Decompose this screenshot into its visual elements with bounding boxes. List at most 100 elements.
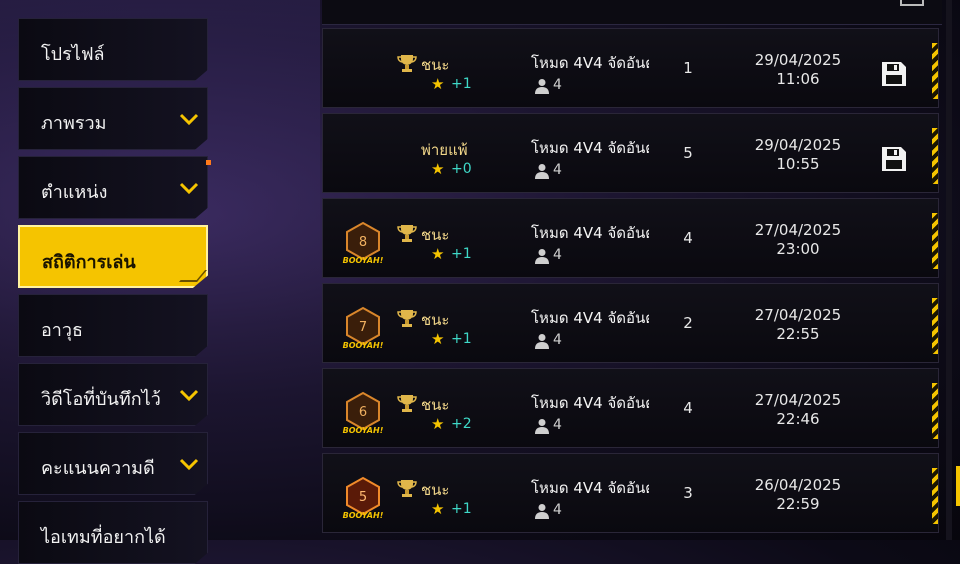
sidebar-item-overview[interactable]: ภาพรวม bbox=[18, 87, 208, 150]
match-date: 29/04/2025 bbox=[754, 136, 842, 154]
sidebar-item-label: ตำแหน่ง bbox=[41, 182, 108, 203]
person-icon bbox=[535, 419, 549, 434]
row-accent-stripe bbox=[932, 468, 938, 524]
table-row[interactable]: 5 BOOYAH! ชนะ ★ +1 โหมด 4V4 จัดอันดับ 4 … bbox=[322, 453, 939, 533]
booyah-badge-icon: 8 BOOYAH! bbox=[343, 221, 384, 265]
star-icon: ★ bbox=[431, 415, 445, 433]
match-result: ชนะ ★ +1 bbox=[395, 304, 475, 354]
badge-level: 7 bbox=[359, 320, 367, 335]
table-row[interactable]: 6 BOOYAH! ชนะ ★ +2 โหมด 4V4 จัดอันดับ 4 … bbox=[322, 368, 939, 448]
result-text: ชนะ bbox=[421, 481, 450, 499]
sidebar-item-label: โปรไฟล์ bbox=[41, 44, 105, 65]
match-time: 22:55 bbox=[776, 325, 820, 343]
trophy-icon bbox=[397, 55, 417, 72]
star-points: +1 bbox=[451, 76, 472, 92]
match-time: 22:59 bbox=[776, 495, 820, 513]
sidebar-item-match-stats[interactable]: สถิติการเล่น bbox=[18, 225, 208, 288]
player-count-value: 4 bbox=[553, 162, 562, 178]
sidebar-item-weapons[interactable]: อาวุธ bbox=[18, 294, 208, 357]
scrollbar-thumb[interactable] bbox=[956, 466, 960, 506]
badge-level: 5 bbox=[359, 490, 367, 505]
badge-text: BOOYAH! bbox=[343, 426, 384, 435]
save-replay-icon[interactable] bbox=[881, 61, 907, 87]
row-accent-stripe bbox=[932, 43, 938, 99]
person-icon bbox=[535, 79, 549, 94]
match-time: 23:00 bbox=[776, 240, 820, 258]
sidebar-item-wishlist[interactable]: ไอเทมที่อยากได้ bbox=[18, 501, 208, 564]
chevron-down-icon bbox=[179, 458, 199, 471]
sidebar-item-profile[interactable]: โปรไฟล์ bbox=[18, 18, 208, 81]
sidebar-item-label: ไอเทมที่อยากได้ bbox=[41, 527, 166, 548]
sidebar-item-rank[interactable]: ตำแหน่ง bbox=[18, 156, 208, 219]
chevron-down-icon bbox=[179, 113, 199, 126]
player-count-value: 4 bbox=[553, 332, 562, 348]
star-icon: ★ bbox=[431, 75, 445, 93]
match-datetime: 27/04/2025 22:46 bbox=[733, 391, 863, 429]
match-history-table: ชนะ ★ +1 โหมด 4V4 จัดอันดับ 4 1 29/04/20… bbox=[322, 0, 942, 540]
match-time: 22:46 bbox=[776, 410, 820, 428]
table-row[interactable]: พ่ายแพ้ ★ +0 โหมด 4V4 จัดอันดับ 4 5 29/0… bbox=[322, 113, 939, 193]
game-mode: โหมด 4V4 จัดอันดับ bbox=[531, 224, 649, 242]
sidebar-item-honor-score[interactable]: คะแนนความดี bbox=[18, 432, 208, 495]
game-mode: โหมด 4V4 จัดอันดับ bbox=[531, 54, 649, 72]
match-result: ชนะ ★ +1 bbox=[395, 219, 475, 269]
match-result: พ่ายแพ้ ★ +0 bbox=[395, 134, 475, 184]
table-row[interactable]: 7 BOOYAH! ชนะ ★ +1 โหมด 4V4 จัดอันดับ 4 … bbox=[322, 283, 939, 363]
save-replay-icon[interactable] bbox=[881, 146, 907, 172]
person-icon bbox=[535, 249, 549, 264]
match-date: 27/04/2025 bbox=[754, 391, 842, 409]
trophy-icon bbox=[397, 310, 417, 327]
badge-text: BOOYAH! bbox=[343, 511, 384, 520]
placement: 2 bbox=[683, 314, 693, 332]
player-count-value: 4 bbox=[553, 417, 562, 433]
sidebar-item-saved-videos[interactable]: วิดีโอที่บันทึกไว้ bbox=[18, 363, 208, 426]
trophy-icon bbox=[397, 395, 417, 412]
player-count-value: 4 bbox=[553, 502, 562, 518]
star-icon: ★ bbox=[431, 160, 445, 178]
star-icon: ★ bbox=[431, 245, 445, 263]
player-count-value: 4 bbox=[553, 77, 562, 93]
person-icon bbox=[535, 164, 549, 179]
match-date: 27/04/2025 bbox=[754, 221, 842, 239]
result-text: ชนะ bbox=[421, 396, 450, 414]
table-row[interactable]: 8 BOOYAH! ชนะ ★ +1 โหมด 4V4 จัดอันดับ 4 … bbox=[322, 198, 939, 278]
badge-text: BOOYAH! bbox=[343, 341, 384, 350]
match-date: 26/04/2025 bbox=[754, 476, 842, 494]
match-result: ชนะ ★ +2 bbox=[395, 389, 475, 439]
match-time: 11:06 bbox=[776, 70, 820, 88]
match-datetime: 29/04/2025 11:06 bbox=[733, 51, 863, 89]
match-datetime: 26/04/2025 22:59 bbox=[733, 476, 863, 514]
star-points: +0 bbox=[451, 161, 472, 177]
row-accent-stripe bbox=[932, 383, 938, 439]
sidebar-item-label: วิดีโอที่บันทึกไว้ bbox=[41, 389, 161, 410]
star-points: +1 bbox=[451, 501, 472, 517]
table-row[interactable]: ชนะ ★ +1 โหมด 4V4 จัดอันดับ 4 1 29/04/20… bbox=[322, 28, 939, 108]
table-header-strip bbox=[322, 0, 942, 25]
chevron-down-icon bbox=[179, 182, 199, 195]
person-icon bbox=[535, 504, 549, 519]
game-mode: โหมด 4V4 จัดอันดับ bbox=[531, 394, 649, 412]
placement: 1 bbox=[683, 59, 693, 77]
match-date: 29/04/2025 bbox=[754, 51, 842, 69]
booyah-badge-icon: 7 BOOYAH! bbox=[343, 306, 384, 350]
placement: 4 bbox=[683, 229, 693, 247]
match-datetime: 27/04/2025 23:00 bbox=[733, 221, 863, 259]
match-time: 10:55 bbox=[776, 155, 820, 173]
row-accent-stripe bbox=[932, 298, 938, 354]
notification-dot bbox=[206, 160, 211, 165]
person-icon bbox=[535, 334, 549, 349]
sidebar-item-label: สถิติการเล่น bbox=[42, 252, 136, 273]
scrollbar-track[interactable] bbox=[946, 0, 952, 540]
player-count-value: 4 bbox=[553, 247, 562, 263]
match-result: ชนะ ★ +1 bbox=[395, 474, 475, 524]
star-icon: ★ bbox=[431, 500, 445, 518]
result-text: ชนะ bbox=[421, 226, 450, 244]
trophy-icon bbox=[397, 225, 417, 242]
match-datetime: 27/04/2025 22:55 bbox=[733, 306, 863, 344]
booyah-badge-icon: 6 BOOYAH! bbox=[343, 391, 384, 435]
game-mode: โหมด 4V4 จัดอันดับ bbox=[531, 479, 649, 497]
match-date: 27/04/2025 bbox=[754, 306, 842, 324]
star-points: +1 bbox=[451, 246, 472, 262]
star-points: +2 bbox=[451, 416, 472, 432]
placement: 4 bbox=[683, 399, 693, 417]
